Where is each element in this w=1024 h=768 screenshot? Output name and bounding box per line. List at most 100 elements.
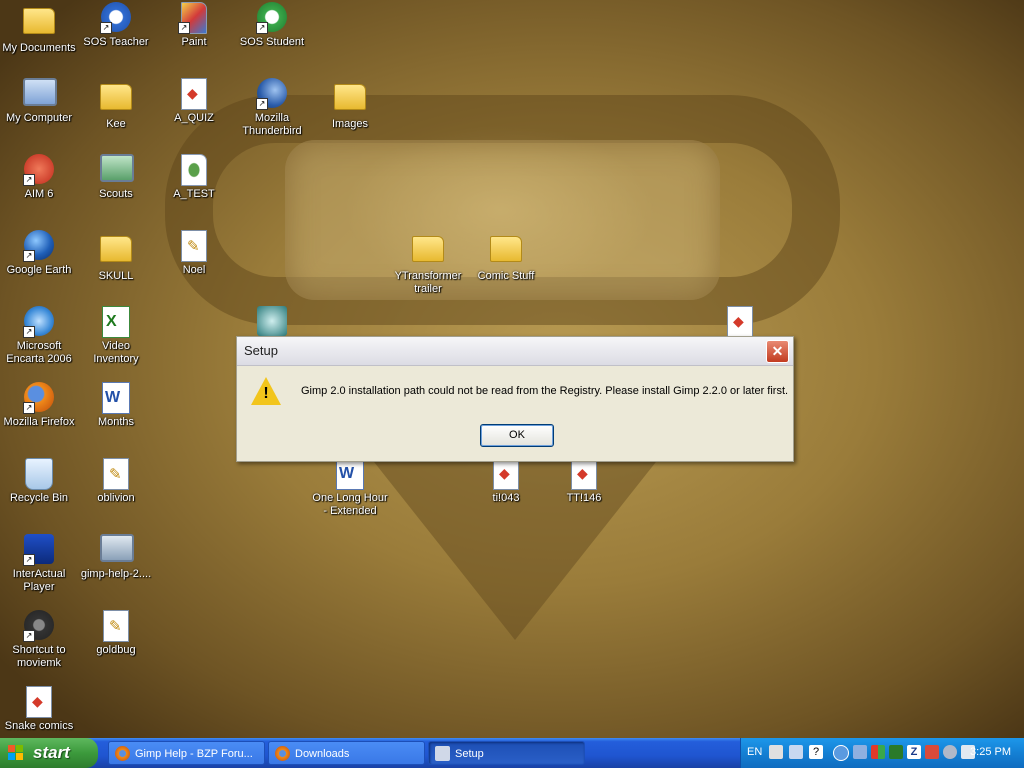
desktop-icon-label: YTransformer trailer bbox=[394, 270, 462, 295]
desktop-icon-label: Video Inventory bbox=[93, 340, 139, 365]
aim-icon: ↗ bbox=[23, 154, 55, 186]
desktop-icon-label: Scouts bbox=[99, 188, 133, 200]
desktop-icon-microsoft-encarta[interactable]: ↗ Microsoft Encarta 2006 bbox=[0, 306, 78, 366]
desktop-icon-interactual-player[interactable]: ↗ InterActual Player bbox=[0, 534, 78, 594]
sos-teacher-icon: ↗ bbox=[100, 2, 132, 34]
folder-icon bbox=[412, 236, 444, 268]
app-tray-icon[interactable] bbox=[889, 745, 903, 759]
desktop-icon-a-quiz[interactable]: A_QUIZ bbox=[155, 78, 233, 125]
media-file-icon bbox=[178, 78, 210, 110]
desktop-icon-scouts[interactable]: Scouts bbox=[77, 154, 155, 201]
excel-file-icon bbox=[100, 306, 132, 338]
desktop-icon-label: Shortcut to moviemk bbox=[12, 644, 66, 669]
text-file-icon bbox=[178, 230, 210, 262]
folder-icon bbox=[490, 236, 522, 268]
show-hidden-icons-chevron-icon[interactable] bbox=[833, 745, 849, 761]
start-button[interactable]: start bbox=[0, 738, 98, 768]
desktop-icon-google-earth[interactable]: ↗ Google Earth bbox=[0, 230, 78, 277]
desktop-icon-video-inventory[interactable]: Video Inventory bbox=[77, 306, 155, 366]
desktop-icon-aim[interactable]: ↗ AIM 6 bbox=[0, 154, 78, 201]
z-app-icon[interactable]: Z bbox=[907, 745, 921, 759]
desktop-icon-my-documents[interactable]: My Documents bbox=[0, 2, 78, 55]
desktop-icon-noel[interactable]: Noel bbox=[155, 230, 233, 277]
media-file-icon bbox=[490, 458, 522, 490]
media-player-file-icon bbox=[178, 154, 210, 186]
desktop-icon-months[interactable]: Months bbox=[77, 382, 155, 429]
media-file-icon bbox=[23, 686, 55, 718]
warning-icon-mark: ! bbox=[263, 385, 269, 402]
close-button[interactable]: ✕ bbox=[766, 340, 789, 363]
taskbar-item-downloads[interactable]: Downloads bbox=[268, 741, 425, 765]
dialog-titlebar[interactable]: Setup ✕ bbox=[237, 337, 793, 366]
desktop-icon-gimp-help[interactable]: gimp-help-2.... bbox=[77, 534, 155, 581]
desktop-icon-paint[interactable]: ↗ Paint bbox=[155, 2, 233, 49]
desktop-icon-snake-comics[interactable]: Snake comics bbox=[0, 686, 78, 733]
desktop-icon-comic-stuff[interactable]: Comic Stuff bbox=[467, 230, 545, 283]
desktop-icon-mozilla-thunderbird[interactable]: ↗ Mozilla Thunderbird bbox=[233, 78, 311, 138]
volume-icon[interactable] bbox=[943, 745, 957, 759]
installer-icon bbox=[100, 534, 134, 566]
windows-logo-icon bbox=[8, 745, 24, 761]
desktop-icon-label: SOS Teacher bbox=[83, 36, 149, 48]
desktop-icon-label: ti!043 bbox=[492, 492, 520, 504]
desktop-icon-ytransformer-trailer[interactable]: YTransformer trailer bbox=[389, 230, 467, 296]
desktop-icon-label: InterActual Player bbox=[12, 568, 66, 593]
desktop-icon-images[interactable]: Images bbox=[311, 78, 389, 131]
start-label: start bbox=[33, 743, 70, 762]
desktop-icon-label: gimp-help-2.... bbox=[80, 568, 152, 580]
desktop-icon-sos-student[interactable]: ↗ SOS Student bbox=[233, 2, 311, 49]
firefox-icon bbox=[275, 746, 290, 761]
desktop-icon-one-long-hour[interactable]: One Long Hour - Extended bbox=[311, 458, 389, 518]
desktop-icon-label: TT!146 bbox=[566, 492, 602, 504]
media-file-icon bbox=[724, 306, 756, 338]
text-file-icon bbox=[100, 610, 132, 642]
desktop-icon-a-test[interactable]: A_TEST bbox=[155, 154, 233, 201]
desktop-icon-label: Mozilla Thunderbird bbox=[242, 112, 302, 137]
thunderbird-icon: ↗ bbox=[256, 78, 288, 110]
word-file-icon bbox=[334, 458, 366, 490]
desktop-icon-oblivion[interactable]: oblivion bbox=[77, 458, 155, 505]
desktop-icon-goldbug[interactable]: goldbug bbox=[77, 610, 155, 657]
pen-icon[interactable] bbox=[769, 745, 783, 759]
handwriting-icon[interactable] bbox=[789, 745, 803, 759]
desktop-icon-ti043[interactable]: ti!043 bbox=[467, 458, 545, 505]
desktop-icon-label: goldbug bbox=[96, 644, 136, 656]
desktop-icon-label: SOS Student bbox=[239, 36, 305, 48]
taskbar-item-gimp-help[interactable]: Gimp Help - BZP Foru... bbox=[108, 741, 265, 765]
recycle-bin-icon bbox=[23, 458, 55, 490]
language-indicator[interactable]: EN bbox=[747, 746, 762, 758]
setup-icon bbox=[435, 746, 450, 761]
help-icon[interactable]: ? bbox=[809, 745, 823, 759]
encarta-icon: ↗ bbox=[23, 306, 55, 338]
desktop-icon-sos-teacher[interactable]: ↗ SOS Teacher bbox=[77, 2, 155, 49]
antivirus-icon[interactable] bbox=[871, 745, 885, 759]
network-icon[interactable] bbox=[853, 745, 867, 759]
taskbar-item-label: Downloads bbox=[295, 748, 350, 760]
desktop-icon-label: Kee bbox=[106, 118, 126, 130]
desktop-icon-shortcut-moviemk[interactable]: ↗ Shortcut to moviemk bbox=[0, 610, 78, 670]
firefox-icon: ↗ bbox=[23, 382, 55, 414]
desktop-icon-partial-camera[interactable] bbox=[233, 306, 311, 340]
desktop-icon-kee[interactable]: Kee bbox=[77, 78, 155, 131]
desktop-icon-label: Google Earth bbox=[6, 264, 72, 276]
security-icon[interactable] bbox=[925, 745, 939, 759]
taskbar-item-label: Gimp Help - BZP Foru... bbox=[135, 748, 253, 760]
desktop-icon-label: Snake comics bbox=[4, 720, 74, 732]
camera-icon bbox=[256, 306, 288, 338]
media-file-icon bbox=[568, 458, 600, 490]
folder-icon bbox=[100, 84, 132, 116]
desktop-icon-tt146[interactable]: TT!146 bbox=[545, 458, 623, 505]
desktop-icon-partial-media[interactable] bbox=[701, 306, 779, 340]
desktop-icon-mozilla-firefox[interactable]: ↗ Mozilla Firefox bbox=[0, 382, 78, 429]
ok-button[interactable]: OK bbox=[480, 424, 554, 447]
clock[interactable]: 3:25 PM bbox=[970, 746, 1011, 758]
desktop-icon-label: Paint bbox=[181, 36, 207, 48]
desktop-icon-label: A_QUIZ bbox=[174, 112, 214, 124]
taskbar-item-setup[interactable]: Setup bbox=[428, 741, 585, 765]
movie-maker-icon: ↗ bbox=[23, 610, 55, 642]
desktop-icon-skull[interactable]: SKULL bbox=[77, 230, 155, 283]
desktop-icon-label: Images bbox=[331, 118, 369, 130]
desktop-icon-recycle-bin[interactable]: Recycle Bin bbox=[0, 458, 78, 505]
desktop-icon-label: My Computer bbox=[5, 112, 73, 124]
desktop-icon-my-computer[interactable]: My Computer bbox=[0, 78, 78, 125]
